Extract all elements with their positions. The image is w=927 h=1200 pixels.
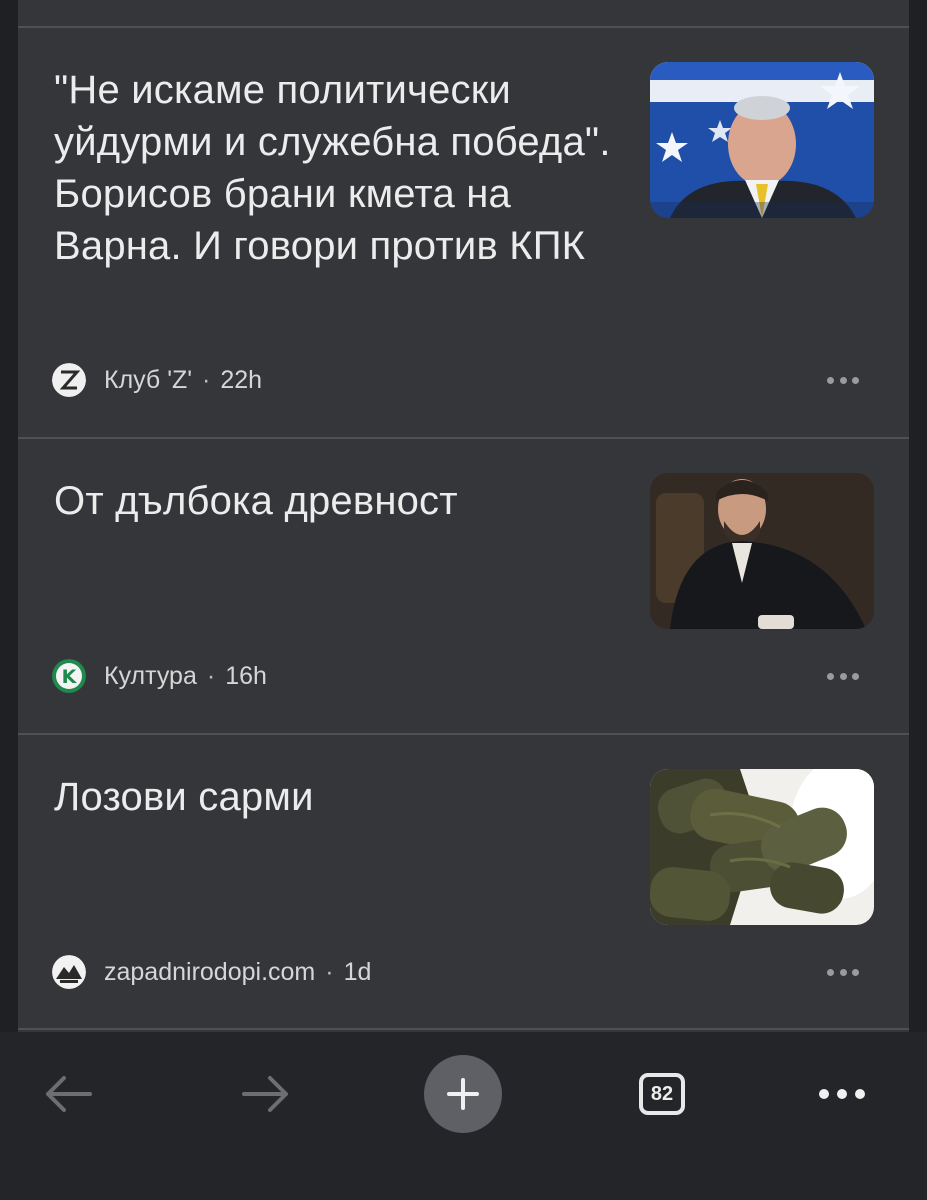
card-age: 1d xyxy=(343,957,372,986)
card-thumbnail[interactable] xyxy=(650,769,874,925)
separator: · xyxy=(206,661,216,690)
mountain-logo-icon xyxy=(52,955,86,989)
more-options-icon[interactable] xyxy=(827,366,859,394)
arrow-right-icon xyxy=(242,1076,288,1112)
stuffed-vine-leaves-photo xyxy=(650,769,874,925)
card-headline[interactable]: Лозови сарми xyxy=(54,771,624,823)
card-meta: zapadnirodopi.com · 1d xyxy=(52,954,371,990)
card-meta: Клуб 'Z' · 22h xyxy=(52,362,262,398)
source-name[interactable]: Клуб 'Z' xyxy=(104,366,192,395)
kultura-logo-icon: K xyxy=(52,659,86,693)
back-button[interactable] xyxy=(30,1046,106,1142)
card-headline[interactable]: От дълбока древност xyxy=(54,475,624,527)
source-name[interactable]: zapadnirodopi.com xyxy=(104,958,315,987)
card-age: 22h xyxy=(220,365,263,394)
browser-toolbar: 82 xyxy=(0,1032,927,1200)
card-age: 16h xyxy=(225,661,267,690)
svg-text:K: K xyxy=(62,666,78,688)
more-options-icon[interactable] xyxy=(827,662,859,690)
card-meta: K Култура · 16h xyxy=(52,658,267,694)
historical-portrait-painting xyxy=(650,473,874,629)
arrow-left-icon xyxy=(46,1076,92,1112)
tab-count-badge[interactable]: 82 xyxy=(639,1073,685,1115)
more-options-icon[interactable] xyxy=(827,958,859,986)
politician-at-podium-photo xyxy=(650,62,874,218)
card-headline[interactable]: "Не искаме политически уйдурми и служебн… xyxy=(54,64,624,272)
menu-button[interactable] xyxy=(812,1046,872,1142)
card-thumbnail[interactable] xyxy=(650,62,874,218)
separator: · xyxy=(202,365,211,394)
news-feed: "Не искаме политически уйдурми и служебн… xyxy=(18,0,909,1032)
club-z-logo-icon xyxy=(52,363,86,397)
tab-switcher-button[interactable]: 82 xyxy=(634,1046,690,1142)
forward-button[interactable] xyxy=(228,1046,304,1142)
more-horizontal-icon xyxy=(819,1089,865,1099)
new-tab-button[interactable] xyxy=(424,1046,502,1142)
news-card[interactable]: "Не искаме политически уйдурми и служебн… xyxy=(18,26,909,438)
new-tab-circle[interactable] xyxy=(424,1055,502,1133)
card-thumbnail[interactable] xyxy=(650,473,874,629)
separator: · xyxy=(325,957,334,986)
plus-icon xyxy=(447,1078,479,1110)
news-card[interactable]: От дълбока древност K Култура · 16h xyxy=(18,437,909,734)
news-card[interactable]: Лозови сарми zapadnirodopi.com · 1d xyxy=(18,733,909,1030)
source-name[interactable]: Култура xyxy=(104,662,197,691)
